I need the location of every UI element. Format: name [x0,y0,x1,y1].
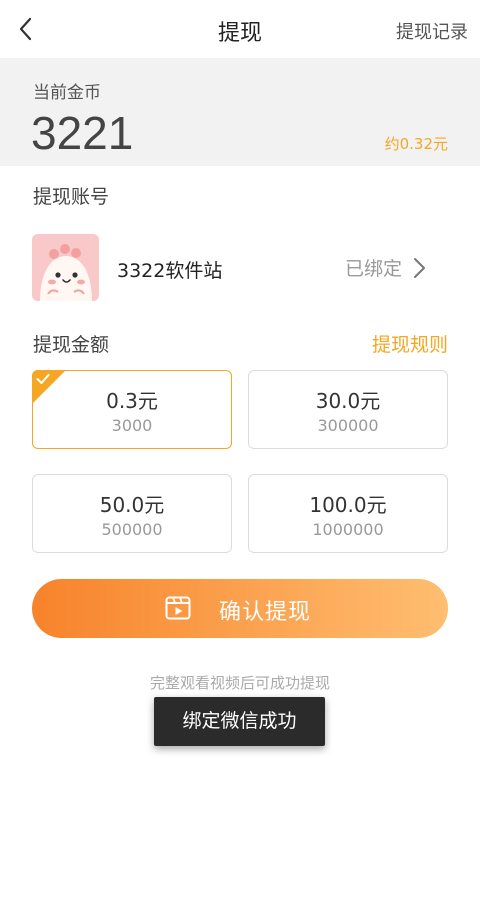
nav-bar: 提现 提现记录 [0,0,480,58]
withdraw-rules-link[interactable]: 提现规则 [372,330,448,357]
account-bound-status: 已绑定 [344,258,402,280]
account-name: 3322软件站 [117,260,223,282]
amount-option-0[interactable]: 0.3元 3000 [32,370,232,449]
video-hint-text: 完整观看视频后可成功提现 [149,674,330,692]
chevron-right-icon [414,258,425,278]
option-coin-cost: 300000 [317,416,379,435]
amount-option-2[interactable]: 50.0元 500000 [32,474,232,553]
account-avatar [32,234,99,301]
toast-message: 绑定微信成功 [154,697,325,746]
option-amount: 50.0元 [99,493,165,517]
amount-option-1[interactable]: 30.0元 300000 [248,370,448,449]
coin-balance: 3221 [31,107,134,159]
amount-section-label: 提现金额 [33,334,110,356]
amount-option-3[interactable]: 100.0元 1000000 [248,474,448,553]
cartoon-avatar-icon [32,234,99,301]
withdraw-record-link[interactable]: 提现记录 [396,18,468,44]
option-coin-cost: 1000000 [312,520,384,539]
balance-approx-value: 约0.32元 [384,135,448,153]
option-amount: 0.3元 [106,389,158,413]
option-coin-cost: 3000 [111,416,153,435]
balance-panel: 当前金币 3221 约0.32元 [0,58,480,166]
account-section-label: 提现账号 [33,186,110,208]
confirm-withdraw-button[interactable]: 确认提现 [32,579,448,638]
option-amount: 30.0元 [315,389,381,413]
option-amount: 100.0元 [309,493,387,517]
bound-account-row[interactable]: 3322软件站 已绑定 [0,230,480,306]
balance-label: 当前金币 [33,83,101,103]
video-play-icon [165,596,191,620]
confirm-button-label: 确认提现 [219,600,312,625]
option-coin-cost: 500000 [101,520,163,539]
check-icon [36,374,50,384]
